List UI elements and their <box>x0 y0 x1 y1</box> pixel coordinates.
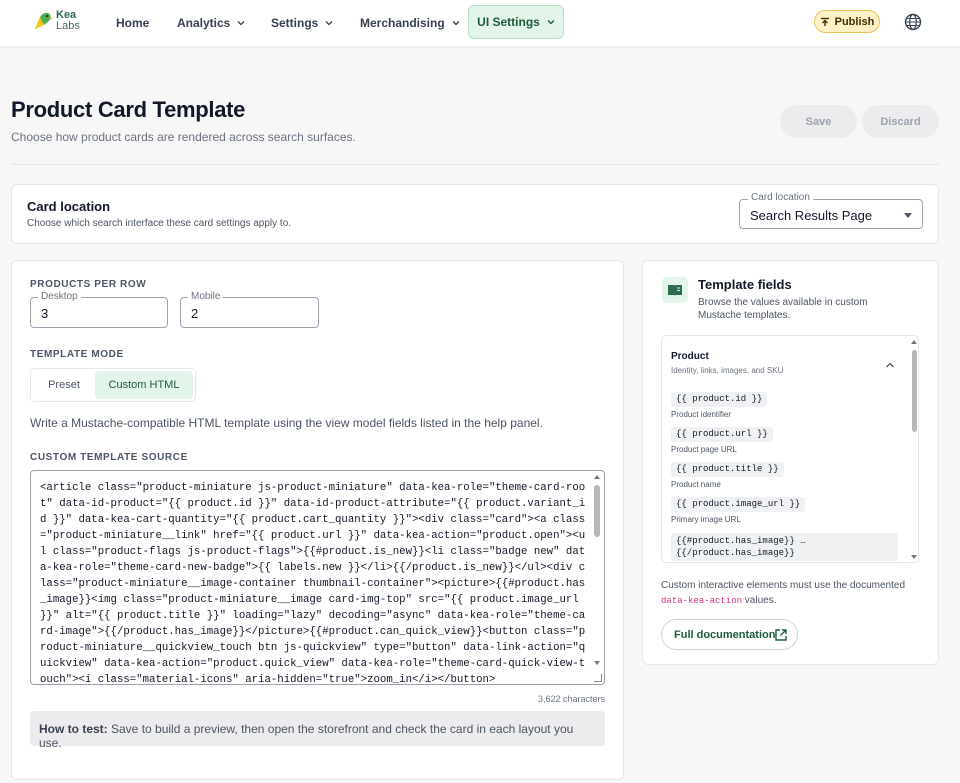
field-token[interactable]: {{ product.image_url }} <box>671 497 806 512</box>
card-location-panel: Card location Choose which search interf… <box>11 184 939 244</box>
publish-label: Publish <box>834 15 875 28</box>
mobile-field-label: Mobile <box>188 291 224 302</box>
scroll-up-icon[interactable] <box>911 340 917 344</box>
field-description: Product page URL <box>671 445 737 454</box>
scroll-down-icon[interactable] <box>911 555 917 559</box>
nav-ui-settings[interactable]: UI Settings <box>468 5 564 39</box>
nav-merchandising[interactable]: Merchandising <box>360 0 460 46</box>
desktop-field-label: Desktop <box>38 291 81 302</box>
globe-icon[interactable] <box>904 13 922 31</box>
card-location-subtitle: Choose which search interface these card… <box>27 218 292 229</box>
field-token-line: {{#product.has_image}} … <box>676 536 806 546</box>
resize-handle-icon[interactable] <box>594 674 602 682</box>
discard-button[interactable]: Discard <box>862 105 939 138</box>
card-location-select-value: Search Results Page <box>750 208 873 223</box>
field-token[interactable]: {{ product.id }} <box>671 392 768 407</box>
nav-analytics[interactable]: Analytics <box>177 0 245 46</box>
page-subtitle: Choose how product cards are rendered ac… <box>11 130 356 144</box>
header-divider <box>11 164 940 165</box>
upload-icon <box>820 17 829 26</box>
note-code: data-kea-action <box>661 596 743 606</box>
card-location-select-label: Card location <box>748 192 813 203</box>
how-to-test-note: How to test: Save to build a preview, th… <box>30 711 605 750</box>
editor-scrollbar-thumb[interactable] <box>594 485 600 537</box>
note-text-after: values. <box>742 595 777 606</box>
desktop-field[interactable]: Desktop 3 <box>30 291 168 328</box>
nav-settings[interactable]: Settings <box>271 0 333 46</box>
nav-settings-label: Settings <box>271 16 319 30</box>
chevron-down-icon <box>237 21 245 26</box>
field-token[interactable]: {{ product.url }} <box>671 427 773 442</box>
scroll-down-icon[interactable] <box>594 661 600 665</box>
nav-home-label: Home <box>116 16 150 30</box>
desktop-field-value: 3 <box>41 306 49 321</box>
how-to-test-label: How to test: <box>39 722 108 736</box>
brand-logo[interactable]: Kea Labs <box>32 9 80 33</box>
accordion-title[interactable]: Product <box>671 351 709 362</box>
interactive-elements-note: Custom interactive elements must use the… <box>661 578 923 609</box>
publish-button[interactable]: Publish <box>814 10 880 33</box>
chevron-up-icon[interactable] <box>885 361 895 369</box>
chevron-down-icon <box>325 21 333 26</box>
field-description: Primary image URL <box>671 515 741 524</box>
character-count: 3,622 characters <box>537 694 605 704</box>
field-description: Product identifier <box>671 410 732 419</box>
products-per-row-label: PRODUCTS PER ROW <box>30 279 147 290</box>
template-source-code: <article class="product-miniature js-pro… <box>40 482 586 685</box>
chevron-down-icon <box>547 20 555 25</box>
template-help-text: Write a Mustache-compatible HTML templat… <box>30 416 543 430</box>
note-text-before: Custom interactive elements must use the… <box>661 580 906 591</box>
mode-custom-html-button[interactable]: Custom HTML <box>95 371 193 399</box>
nav-merchandising-label: Merchandising <box>360 16 445 30</box>
template-source-editor[interactable]: <article class="product-miniature js-pro… <box>30 470 605 685</box>
accordion-scrollbar-thumb[interactable] <box>912 350 917 432</box>
field-token-block[interactable]: {{#product.has_image}} … {{/product.has_… <box>671 533 898 561</box>
mobile-field[interactable]: Mobile 2 <box>180 291 319 328</box>
kea-bird-icon <box>32 9 54 33</box>
external-link-icon <box>775 629 787 641</box>
field-token-line: {{/product.has_image}} <box>676 548 795 558</box>
mobile-field-value: 2 <box>191 306 199 321</box>
nav-analytics-label: Analytics <box>177 16 231 30</box>
scroll-up-icon[interactable] <box>594 475 600 479</box>
template-fields-subtitle: Browse the values available in custom Mu… <box>698 297 868 321</box>
mode-preset-button[interactable]: Preset <box>33 371 95 399</box>
card-location-title: Card location <box>27 199 111 214</box>
full-documentation-button[interactable]: Full documentation <box>661 619 798 650</box>
full-documentation-label: Full documentation <box>674 628 776 641</box>
template-mode-label: TEMPLATE MODE <box>30 349 124 360</box>
top-nav-bar: Kea Labs Home Analytics Settings Merchan… <box>0 0 960 46</box>
caret-down-icon <box>904 213 912 218</box>
card-location-select[interactable]: Card location Search Results Page <box>739 192 923 229</box>
product-fields-accordion: Product Identity, links, images, and SKU… <box>661 335 919 563</box>
nav-ui-settings-label: UI Settings <box>477 15 540 29</box>
accordion-subtitle: Identity, links, images, and SKU <box>671 366 784 375</box>
page-title: Product Card Template <box>11 97 246 122</box>
brand-sub: Labs <box>56 20 80 32</box>
chevron-down-icon <box>452 21 460 26</box>
book-icon <box>662 277 688 303</box>
template-mode-toggle: Preset Custom HTML <box>30 368 196 402</box>
template-fields-title: Template fields <box>698 277 792 292</box>
how-to-test-text: Save to build a preview, then open the s… <box>39 722 574 750</box>
field-token[interactable]: {{ product.title }} <box>671 462 784 477</box>
save-button[interactable]: Save <box>780 105 857 138</box>
nav-home[interactable]: Home <box>116 0 149 46</box>
custom-template-source-label: CUSTOM TEMPLATE SOURCE <box>30 452 188 463</box>
field-description: Product name <box>671 480 721 489</box>
